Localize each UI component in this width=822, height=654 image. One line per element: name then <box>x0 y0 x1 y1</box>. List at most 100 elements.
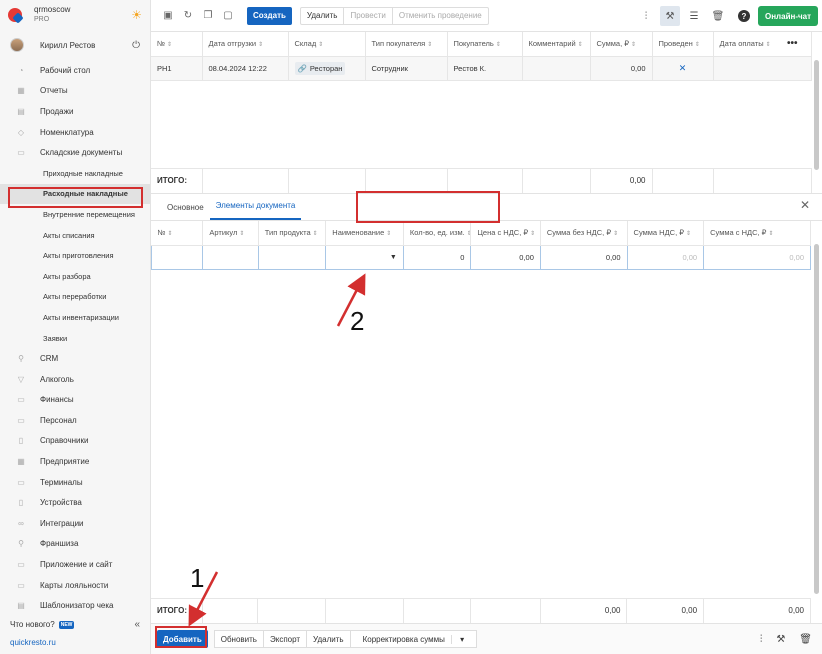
name-dropdown[interactable]: ▼ <box>325 244 404 270</box>
sidebar-item[interactable]: ▤ Шаблонизатор чека <box>0 595 150 616</box>
sidebar-item[interactable]: ▽ Алкоголь <box>0 369 150 390</box>
column-header[interactable]: Артикул ⇕ <box>202 221 259 246</box>
sidebar-item[interactable]: ◇ Номенклатура <box>0 122 150 143</box>
user-profile[interactable]: Кирилл Рестов ⏻ <box>0 30 150 60</box>
column-header[interactable]: Тип продукта ⇕ <box>258 221 327 246</box>
price-input[interactable]: 0,00 <box>470 244 541 270</box>
sidebar-item[interactable]: ▭ Терминалы <box>0 472 150 493</box>
sidebar-item[interactable]: ▭ Карты лояльности <box>0 575 150 596</box>
sort-icon[interactable]: ⇕ <box>578 42 583 48</box>
theme-sun-icon[interactable]: ☀ <box>131 8 142 22</box>
column-header[interactable]: Дата отгрузки ⇕ <box>202 32 289 57</box>
column-settings-icon[interactable]: ⫶ <box>760 634 763 645</box>
table-row[interactable]: РН1 08.04.2024 12:22 🔗 Ресторан Сотрудник… <box>151 56 812 81</box>
sort-icon[interactable]: ⇕ <box>695 42 700 48</box>
sidebar-subitem[interactable]: Приходные накладные <box>0 163 150 184</box>
sidebar-subitem[interactable]: Акты приготовления <box>0 245 150 266</box>
brand-header[interactable]: qrmoscow PRO ☀ <box>0 0 150 30</box>
sidebar-item[interactable]: ▦ Отчеты <box>0 81 150 102</box>
create-button[interactable]: Создать <box>247 6 292 25</box>
table-row[interactable]: ▼ 0 0,00 0,00 0,00 0,00 <box>150 244 811 270</box>
column-header[interactable]: Тип покупателя ⇕ <box>365 32 448 57</box>
chevron-down-icon[interactable]: ▼ <box>390 254 397 261</box>
column-header[interactable]: Комментарий ⇕ <box>522 32 591 57</box>
sidebar-item[interactable]: ⚲ Франшиза <box>0 534 150 555</box>
warehouse-link[interactable]: 🔗 Ресторан <box>294 61 346 75</box>
sort-icon[interactable]: ⇕ <box>766 42 771 48</box>
unpost-button[interactable]: Отменить проведение <box>393 8 488 24</box>
sidebar-item[interactable]: ∞ Интеграции <box>0 513 150 534</box>
column-header[interactable]: Сумма НДС, ₽ ⇕ <box>627 221 705 246</box>
column-header[interactable]: Склад ⇕ <box>288 32 366 57</box>
sort-icon[interactable]: ⇕ <box>313 231 318 237</box>
sort-icon[interactable]: ⇕ <box>467 231 470 237</box>
element-number-input[interactable] <box>150 244 204 270</box>
help-icon[interactable]: ? <box>738 10 750 22</box>
sort-icon[interactable]: ⇕ <box>258 42 263 48</box>
tools-icon[interactable]: ⚒ <box>776 634 785 645</box>
sort-icon[interactable]: ⇕ <box>613 231 618 237</box>
online-chat-button[interactable]: Онлайн-чат <box>758 6 818 26</box>
product-type-input[interactable] <box>257 244 327 270</box>
article-input[interactable] <box>202 244 259 270</box>
print-icon[interactable]: ▢ <box>219 7 237 25</box>
copy-icon[interactable]: ❐ <box>199 7 217 25</box>
sidebar-subitem[interactable]: Акты инвентаризации <box>0 307 150 328</box>
sidebar-subitem[interactable]: Акты переработки <box>0 287 150 308</box>
more-columns-icon[interactable]: ••• <box>787 38 798 49</box>
trash-icon[interactable]: 🗑 <box>799 634 812 645</box>
column-header[interactable]: Наименование ⇕ <box>325 221 404 246</box>
sidebar-item[interactable]: ▭ Складские документы <box>0 142 150 163</box>
sum-no-vat-input[interactable]: 0,00 <box>539 244 628 270</box>
whats-new[interactable]: Что нового? NEW « <box>10 619 140 630</box>
export-button[interactable]: Экспорт <box>264 631 308 647</box>
column-header[interactable]: Проведен ⇕ <box>652 32 714 57</box>
tab-general[interactable]: Основное <box>161 203 210 220</box>
sort-icon[interactable]: ⇕ <box>768 231 773 237</box>
delete-row-button[interactable]: Удалить <box>307 631 351 647</box>
column-header[interactable]: Цена с НДС, ₽ ⇕ <box>470 221 541 246</box>
logout-power-icon[interactable]: ⏻ <box>132 40 140 51</box>
column-header[interactable]: Сумма, ₽ ⇕ <box>590 32 653 57</box>
column-header[interactable]: № ⇕ <box>151 32 203 57</box>
sort-icon[interactable]: ⇕ <box>386 231 391 237</box>
vat-sum-input[interactable]: 0,00 <box>626 244 705 270</box>
sidebar-item[interactable]: ▤ Продажи <box>0 101 150 122</box>
column-settings-icon[interactable]: ⫶ <box>636 6 656 26</box>
quantity-input[interactable]: 0 <box>402 244 472 270</box>
list-view-icon[interactable]: ☰ <box>684 6 704 26</box>
site-link[interactable]: quickresto.ru <box>10 638 56 647</box>
column-header[interactable]: Покупатель ⇕ <box>447 32 523 57</box>
column-header[interactable]: № ⇕ <box>151 221 204 246</box>
refresh-button[interactable]: Обновить <box>215 631 264 647</box>
sidebar-item[interactable]: ⚲ CRM <box>0 348 150 369</box>
sidebar-subitem[interactable]: Акты разбора <box>0 266 150 287</box>
column-header[interactable]: Кол-во, ед. изм.⇕ <box>403 221 472 246</box>
column-header[interactable]: Сумма с НДС, ₽ ⇕ <box>703 221 811 246</box>
sum-correction-dropdown[interactable]: Корректировка суммы ▾ <box>351 631 477 647</box>
post-button[interactable]: Провести <box>344 7 393 24</box>
elements-scrollbar[interactable] <box>814 244 819 594</box>
refresh-icon[interactable]: ↻ <box>179 7 197 25</box>
sum-with-vat-input[interactable]: 0,00 <box>703 244 811 270</box>
top-scrollbar[interactable] <box>814 60 819 170</box>
sidebar-item[interactable]: ◔ Рабочий стол <box>0 60 150 81</box>
collapse-sidebar-icon[interactable]: « <box>134 619 140 630</box>
sort-icon[interactable]: ⇕ <box>496 42 501 48</box>
sort-icon[interactable]: ⇕ <box>168 231 173 237</box>
column-header[interactable]: Сумма без НДС, ₽ ⇕ <box>540 221 628 246</box>
sidebar-item[interactable]: ▦ Предприятие <box>0 451 150 472</box>
sidebar-item[interactable]: ▭ Персонал <box>0 410 150 431</box>
sort-icon[interactable]: ⇕ <box>239 231 244 237</box>
sort-icon[interactable]: ⇕ <box>167 42 172 48</box>
sort-icon[interactable]: ⇕ <box>318 42 323 48</box>
tools-icon[interactable]: ⚒ <box>660 6 680 26</box>
save-icon[interactable]: ▣ <box>159 7 177 25</box>
sort-icon[interactable]: ⇕ <box>631 42 636 48</box>
sidebar-item[interactable]: ▯ Справочники <box>0 431 150 452</box>
close-icon[interactable]: ✕ <box>800 198 810 212</box>
sidebar-subitem[interactable]: Акты списания <box>0 225 150 246</box>
trash-icon[interactable]: 🗑 <box>708 6 728 26</box>
tab-document-elements[interactable]: Элементы документа <box>209 201 302 220</box>
sidebar-subitem[interactable]: Заявки <box>0 328 150 349</box>
